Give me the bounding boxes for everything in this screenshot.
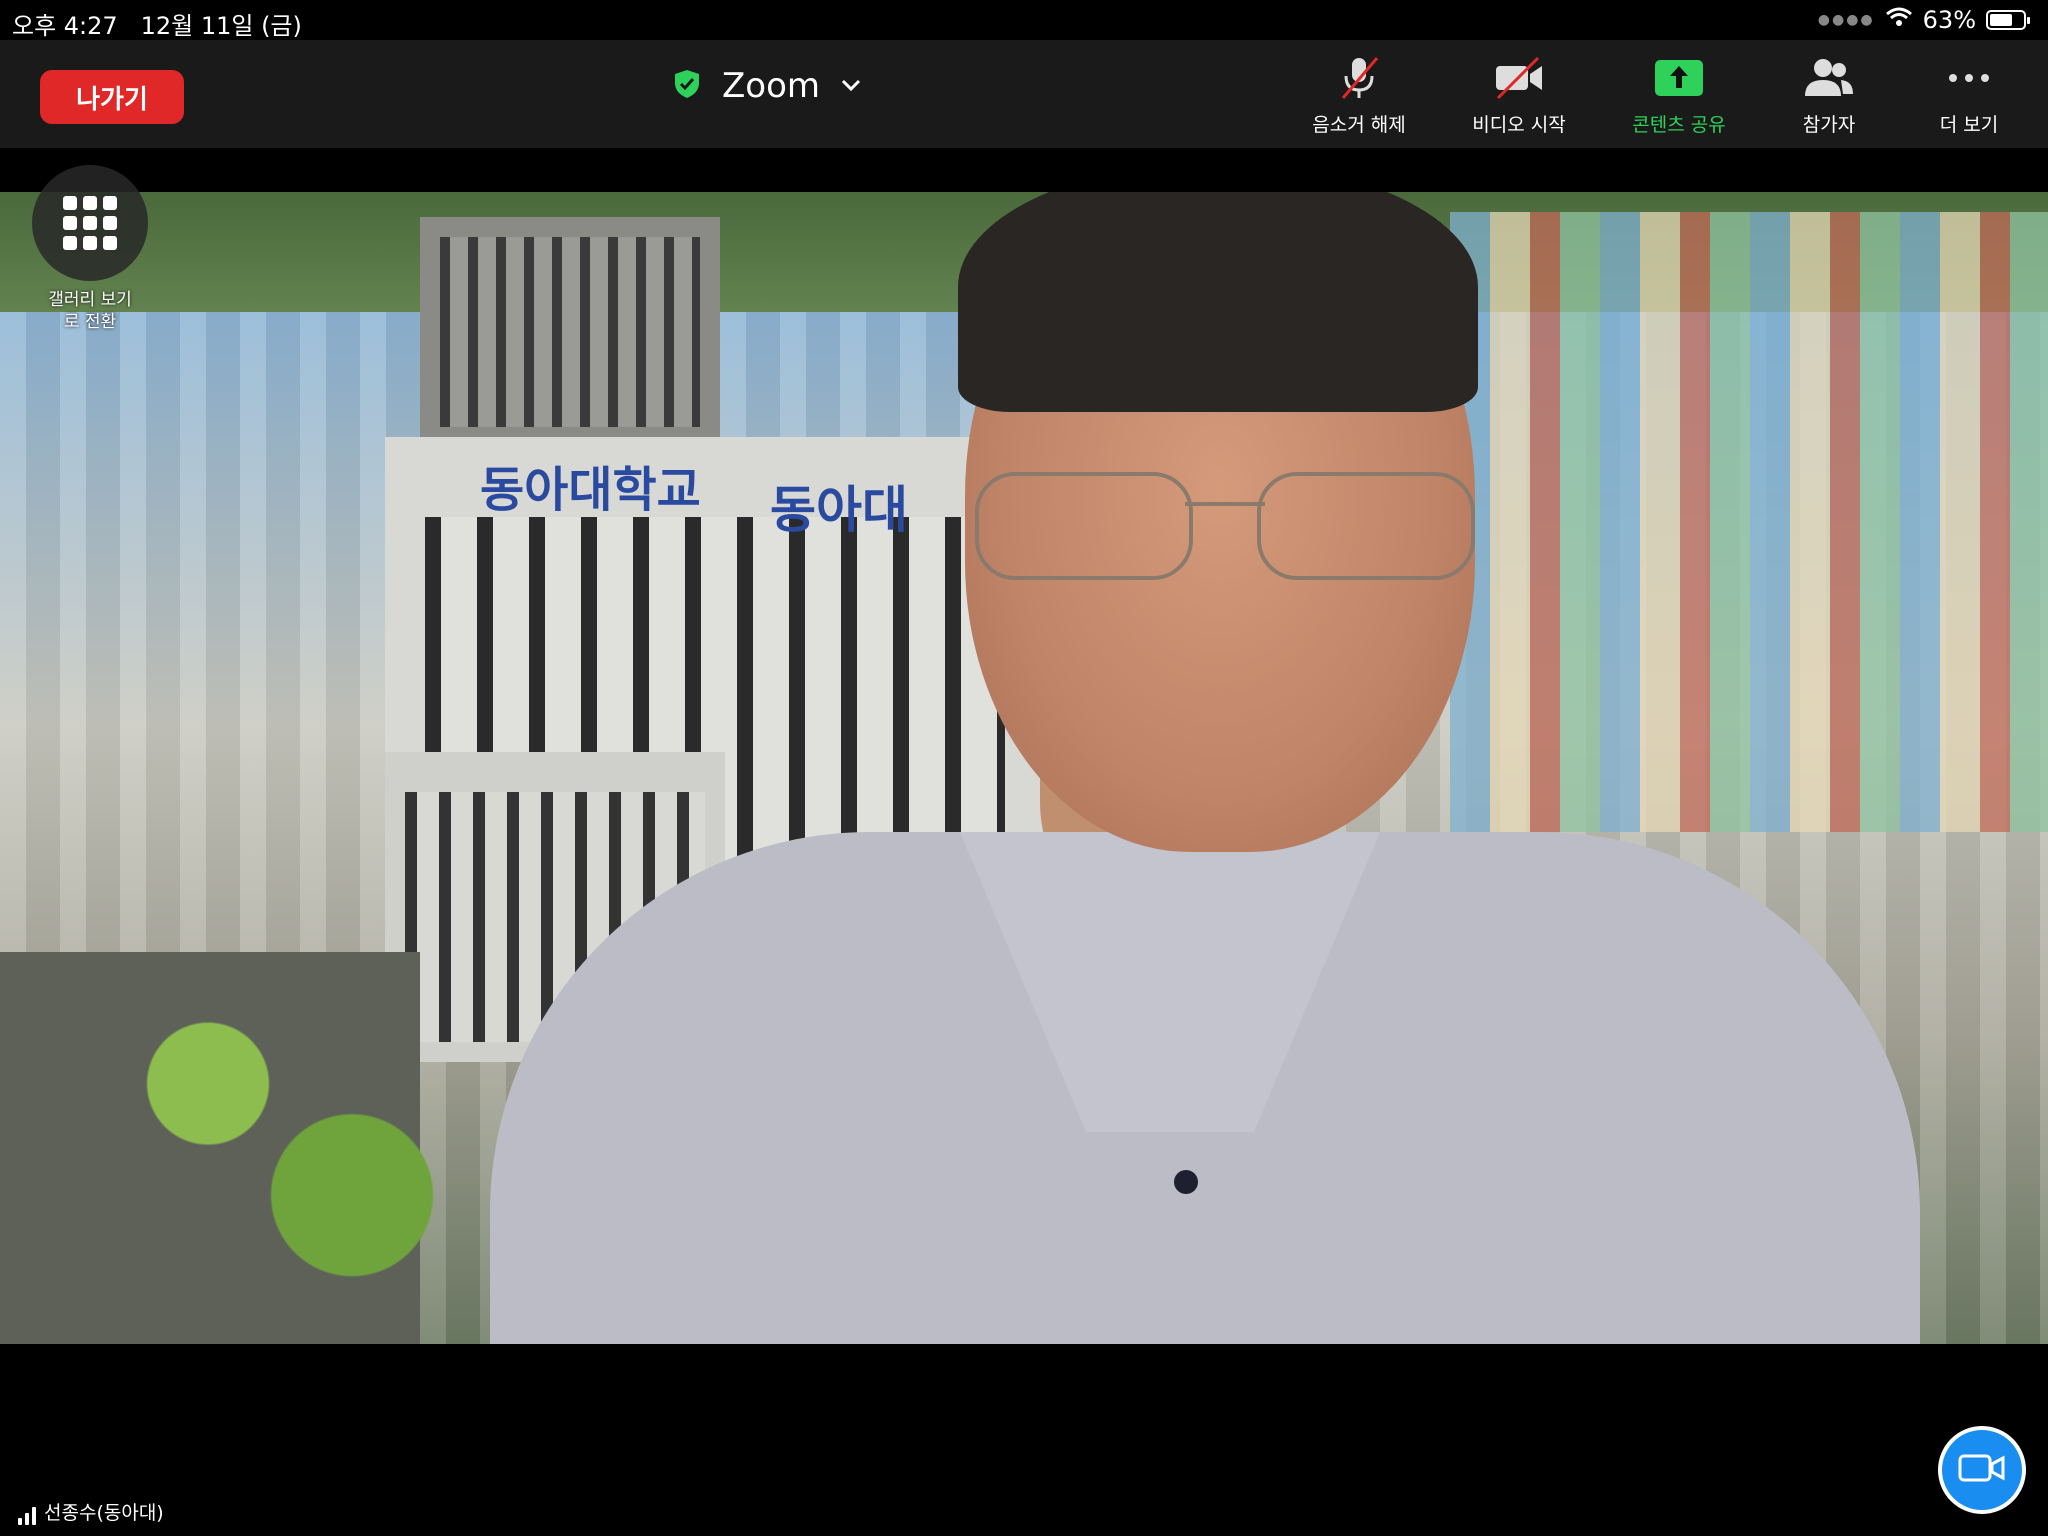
speaker-name-text: 선종수(동아대)	[44, 1502, 164, 1524]
speaker-hair	[958, 192, 1478, 412]
camera-button[interactable]	[1938, 1426, 2026, 1514]
building-sign-university: 동아대학교	[480, 462, 701, 518]
more-button[interactable]: 더 보기	[1894, 54, 2044, 144]
status-time: 오후 4:27	[12, 12, 118, 40]
leave-button[interactable]: 나가기	[40, 70, 184, 124]
participants-label: 참가자	[1802, 114, 1856, 136]
status-indicators: ●●●● 63%	[1817, 6, 2030, 34]
building-sign-donga: 동아대	[770, 481, 908, 539]
share-content-label: 콘텐츠 공유	[1632, 114, 1726, 136]
status-time-date: 오후 4:27 12월 11일 (금)	[12, 6, 302, 41]
speaker-glasses	[975, 472, 1475, 582]
more-icon	[1939, 54, 1999, 102]
participants-icon	[1799, 54, 1859, 102]
chevron-down-icon	[840, 77, 862, 96]
meeting-toolbar: 나가기 Zoom 음소거 해제 비디오 시작 콘텐츠 공유 참가자 더 보기	[0, 40, 2048, 148]
status-bar: 오후 4:27 12월 11일 (금) ●●●● 63%	[0, 0, 2048, 40]
status-date: 12월 11일 (금)	[140, 12, 302, 40]
switch-gallery-view-button[interactable]: 갤러리 보기 로 전환	[30, 165, 150, 333]
speaker-video[interactable]: 동아대학교 동아대	[0, 192, 2048, 1344]
start-video-button[interactable]: 비디오 시작	[1444, 54, 1594, 144]
participants-button[interactable]: 참가자	[1754, 54, 1904, 144]
battery-icon	[1986, 10, 2030, 30]
share-content-button[interactable]: 콘텐츠 공유	[1604, 54, 1754, 144]
gallery-view-label: 갤러리 보기 로 전환	[25, 289, 155, 333]
background-trees	[100, 972, 460, 1344]
background-building-left	[420, 217, 720, 447]
camera-icon	[1958, 1452, 2006, 1488]
unmute-button[interactable]: 음소거 해제	[1284, 54, 1434, 144]
gallery-view-label-line2: 로 전환	[63, 312, 117, 332]
gallery-view-label-line1: 갤러리 보기	[48, 290, 132, 310]
share-screen-icon	[1649, 54, 1709, 102]
microphone-muted-icon	[1329, 54, 1389, 102]
grid-icon	[32, 165, 148, 281]
speaker-shirt-button	[1174, 1170, 1198, 1194]
background-houses	[1450, 212, 2048, 832]
shield-check-icon	[672, 68, 702, 104]
cellular-dots-icon: ●●●●	[1817, 12, 1875, 28]
more-label: 더 보기	[1939, 114, 1999, 136]
active-speaker-name: 선종수(동아대)	[18, 1498, 164, 1525]
video-off-icon	[1489, 54, 1549, 102]
start-video-label: 비디오 시작	[1472, 114, 1566, 136]
battery-percent: 63%	[1922, 6, 1976, 34]
wifi-icon	[1885, 6, 1913, 34]
meeting-title: Zoom	[722, 66, 821, 106]
signal-strength-icon	[18, 1507, 36, 1525]
unmute-label: 음소거 해제	[1312, 114, 1406, 136]
meeting-title-dropdown[interactable]: Zoom	[672, 66, 862, 106]
